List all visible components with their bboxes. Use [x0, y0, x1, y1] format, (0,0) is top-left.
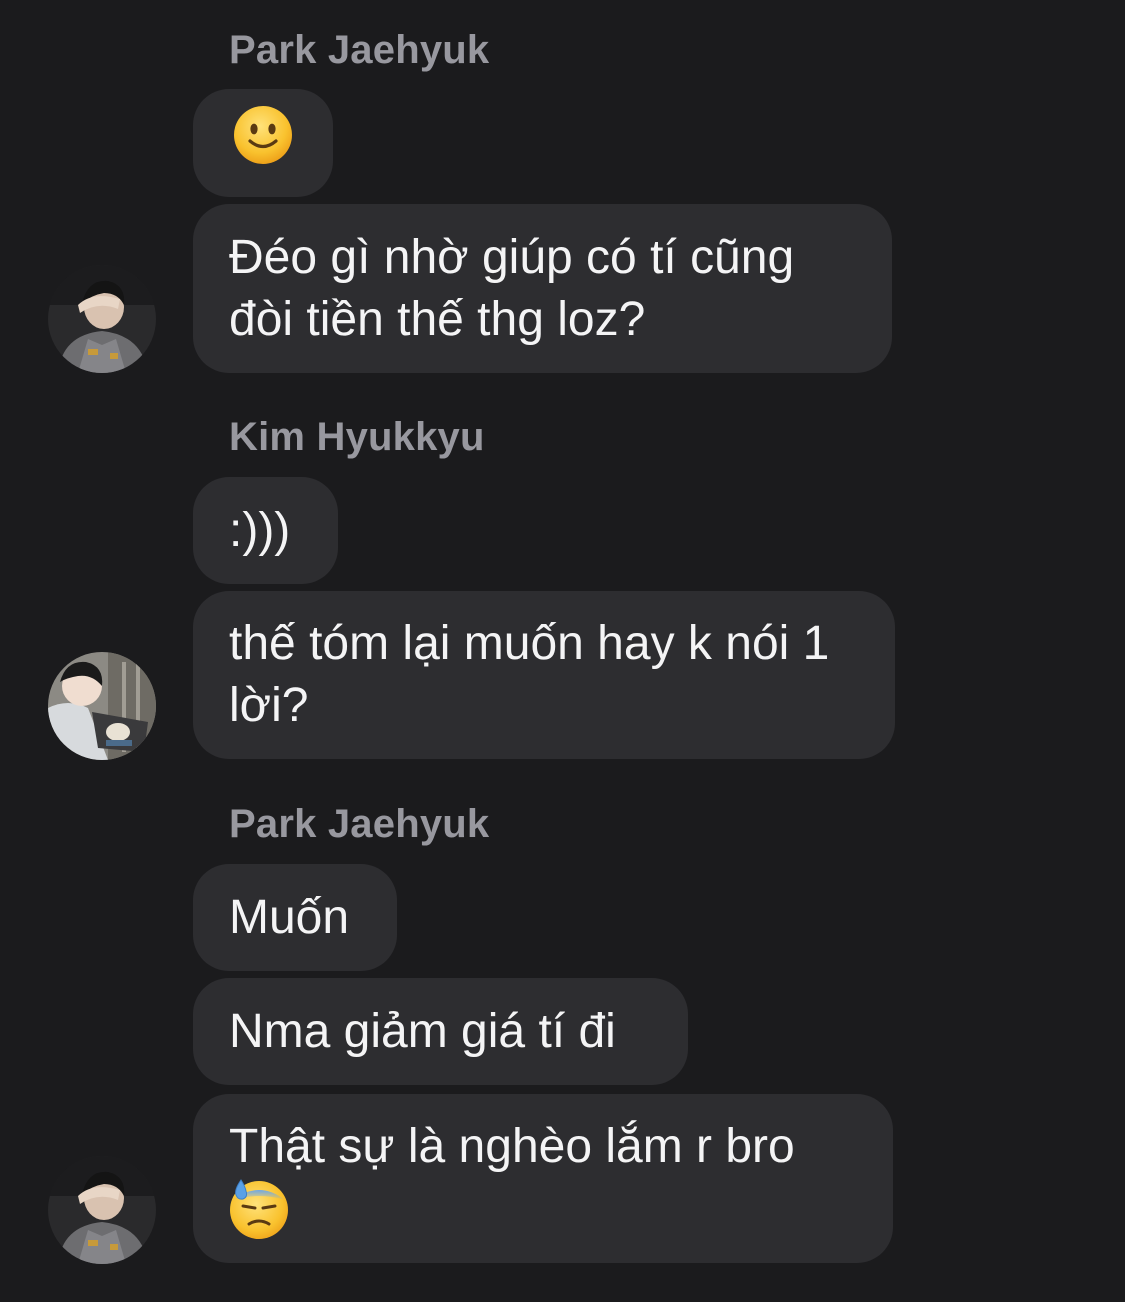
- sender-name: Kim Hyukkyu: [229, 415, 485, 459]
- sender-name: Park Jaehyuk: [229, 28, 490, 72]
- slightly-smiling-face-icon: [233, 105, 293, 181]
- message-text: Đéo gì nhờ giúp có tí cũng đòi tiền thế …: [229, 230, 795, 346]
- message-bubble[interactable]: Thật sự là nghèo lắm r bro: [193, 1094, 893, 1263]
- message-text: thế tóm lại muốn hay k nói 1 lời?: [229, 617, 830, 732]
- message-bubble[interactable]: Muốn: [193, 864, 397, 971]
- message-text: Thật sự là nghèo lắm r bro: [229, 1120, 795, 1173]
- downcast-face-with-sweat-icon: [229, 1178, 289, 1256]
- message-text: :))): [229, 503, 291, 557]
- avatar-park-jaehyuk[interactable]: [48, 265, 156, 373]
- message-bubble[interactable]: Nma giảm giá tí đi: [193, 978, 688, 1085]
- message-bubble[interactable]: :))): [193, 477, 338, 584]
- message-text: Nma giảm giá tí đi: [229, 1004, 616, 1058]
- sender-name: Park Jaehyuk: [229, 802, 490, 846]
- avatar-park-jaehyuk[interactable]: [48, 1156, 156, 1264]
- message-bubble[interactable]: Đéo gì nhờ giúp có tí cũng đòi tiền thế …: [193, 204, 892, 373]
- message-bubble[interactable]: thế tóm lại muốn hay k nói 1 lời?: [193, 591, 895, 759]
- message-text: Muốn: [229, 890, 350, 944]
- message-bubble[interactable]: [193, 89, 333, 197]
- avatar-kim-hyukkyu[interactable]: [48, 652, 156, 760]
